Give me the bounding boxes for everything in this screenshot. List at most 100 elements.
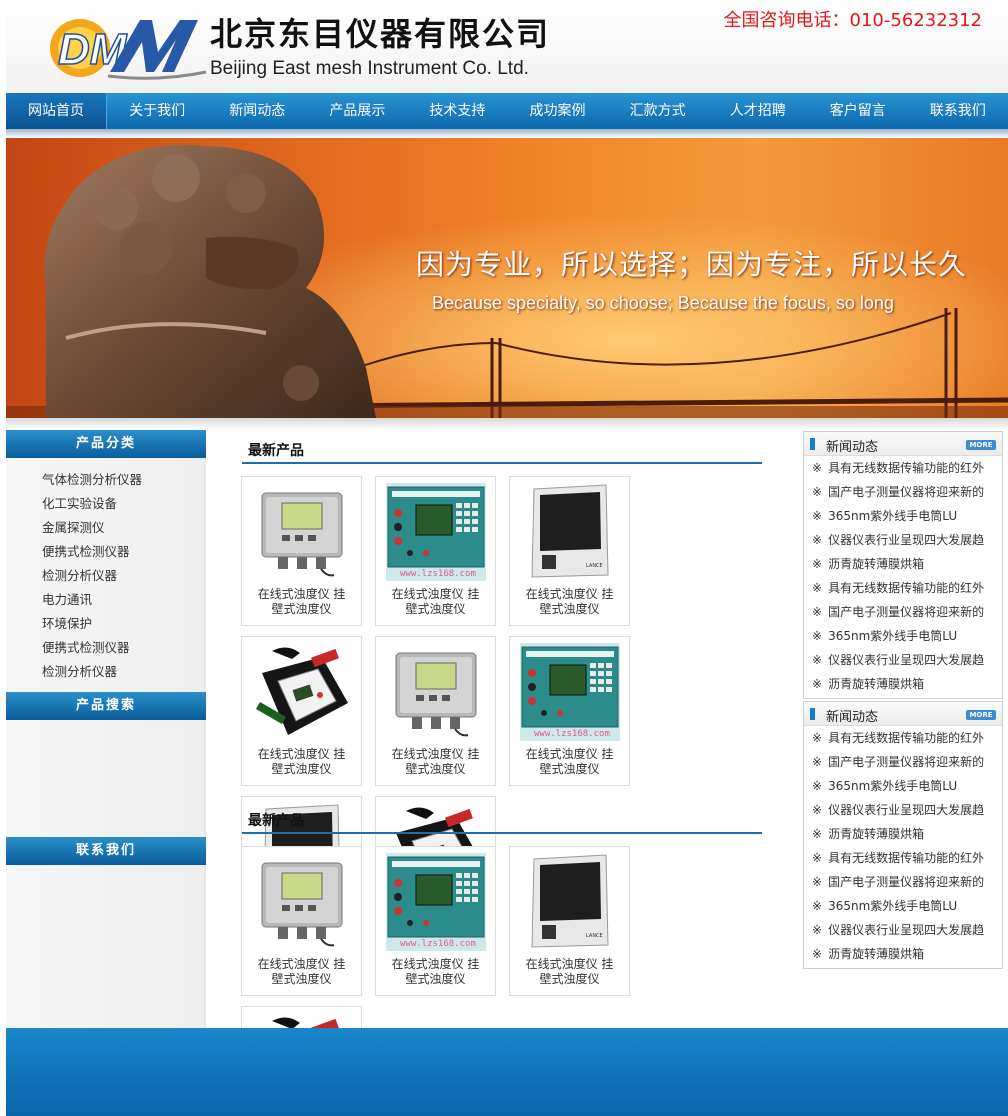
banner-slogan-en: Because specialty, so choose; Because th…: [432, 293, 894, 313]
news-item-title: 国产电子测量仪器将迎来新的: [828, 605, 985, 619]
product-caption-line-1: 在线式浊度仪 挂: [391, 587, 480, 601]
more-button[interactable]: MORE: [966, 440, 996, 450]
news-item[interactable]: ※ 沥青旋转薄膜烘箱: [804, 942, 1002, 966]
category-item[interactable]: 检测分析仪器: [42, 660, 204, 684]
more-button[interactable]: MORE: [966, 710, 996, 720]
news-item-title: 国产电子测量仪器将迎来新的: [828, 485, 985, 499]
product-caption-line-2: 壁式浊度仪: [271, 972, 332, 986]
news-item-title: 仪器仪表行业呈现四大发展趋: [828, 923, 985, 937]
product-card[interactable]: 在线式浊度仪 挂 壁式浊度仪: [241, 636, 362, 786]
bullet-mark-icon: ※: [812, 461, 823, 475]
product-card[interactable]: www.lzs168.com 在线式浊度仪 挂 壁式浊度仪: [375, 846, 496, 996]
product-card[interactable]: 在线式浊度仪 挂 壁式浊度仪: [241, 476, 362, 626]
category-item[interactable]: 便携式检测仪器: [42, 540, 204, 564]
news-item-title: 沥青旋转薄膜烘箱: [828, 947, 925, 961]
news-item[interactable]: ※ 仪器仪表行业呈现四大发展趋: [804, 528, 1002, 552]
product-caption: 在线式浊度仪 挂 壁式浊度仪: [380, 587, 491, 617]
news-item[interactable]: ※ 国产电子测量仪器将迎来新的: [804, 750, 1002, 774]
news-item[interactable]: ※ 具有无线数据传输功能的红外: [804, 846, 1002, 870]
bullet-mark-icon: ※: [812, 605, 823, 619]
product-caption: 在线式浊度仪 挂 壁式浊度仪: [246, 747, 357, 777]
news-item[interactable]: ※ 沥青旋转薄膜烘箱: [804, 822, 1002, 846]
category-item[interactable]: 金属探测仪: [42, 516, 204, 540]
news-item-title: 沥青旋转薄膜烘箱: [828, 827, 925, 841]
product-caption-line-2: 壁式浊度仪: [539, 602, 600, 616]
news-box-title: 新闻动态: [826, 440, 879, 455]
news-item-title: 具有无线数据传输功能的红外: [828, 581, 985, 595]
nav-payment[interactable]: 汇款方式: [608, 93, 708, 129]
news-item-title: 具有无线数据传输功能的红外: [828, 731, 985, 745]
company-logo[interactable]: DM: [48, 12, 208, 84]
watermark-text: www.lzs168.com: [400, 569, 476, 579]
product-caption: 在线式浊度仪 挂 壁式浊度仪: [246, 587, 357, 617]
nav-home[interactable]: 网站首页: [6, 93, 108, 129]
news-item[interactable]: ※ 具有无线数据传输功能的红外: [804, 456, 1002, 480]
product-caption: 在线式浊度仪 挂 壁式浊度仪: [514, 587, 625, 617]
watermark-text: www.lzs168.com: [534, 729, 610, 739]
product-card[interactable]: LANCE 在线式浊度仪 挂 壁式浊度仪: [509, 846, 630, 996]
news-item-title: 沥青旋转薄膜烘箱: [828, 557, 925, 571]
bullet-mark-icon: ※: [812, 755, 823, 769]
nav-products[interactable]: 产品展示: [307, 93, 407, 129]
category-item[interactable]: 气体检测分析仪器: [42, 468, 204, 492]
site-header: DM 北京东目仪器有限公司 Beijing East mesh Instrume…: [6, 0, 1008, 93]
nav-messages[interactable]: 客户留言: [808, 93, 908, 129]
news-item[interactable]: ※ 国产电子测量仪器将迎来新的: [804, 600, 1002, 624]
bullet-mark-icon: ※: [812, 509, 823, 523]
product-card[interactable]: 在线式浊度仪 挂 壁式浊度仪: [241, 846, 362, 996]
product-caption-line-1: 在线式浊度仪 挂: [257, 957, 346, 971]
bullet-mark-icon: ※: [812, 875, 823, 889]
bullet-mark-icon: ※: [812, 899, 823, 913]
news-list: ※ 具有无线数据传输功能的红外 ※ 国产电子测量仪器将迎来新的 ※ 365nm紫外线手…: [804, 456, 1002, 698]
news-item[interactable]: ※ 具有无线数据传输功能的红外: [804, 726, 1002, 750]
bullet-mark-icon: ※: [812, 581, 823, 595]
product-caption-line-2: 壁式浊度仪: [405, 602, 466, 616]
news-item[interactable]: ※ 仪器仪表行业呈现四大发展趋: [804, 798, 1002, 822]
product-search-header: 产品搜索: [6, 692, 206, 720]
category-item[interactable]: 检测分析仪器: [42, 564, 204, 588]
category-list: 气体检测分析仪器 化工实验设备 金属探测仪 便携式检测仪器 检测分析仪器 电力通…: [6, 458, 204, 692]
nav-about[interactable]: 关于我们: [107, 93, 207, 129]
product-card[interactable]: LANCE 在线式浊度仪 挂 壁式浊度仪: [509, 476, 630, 626]
news-bar-marker: [810, 708, 815, 720]
nav-careers[interactable]: 人才招聘: [708, 93, 808, 129]
news-item[interactable]: ※ 具有无线数据传输功能的红外: [804, 576, 1002, 600]
category-item[interactable]: 便携式检测仪器: [42, 636, 204, 660]
product-image: www.lzs168.com: [520, 643, 620, 741]
product-caption-line-1: 在线式浊度仪 挂: [525, 747, 614, 761]
product-caption: 在线式浊度仪 挂 壁式浊度仪: [380, 747, 491, 777]
bullet-mark-icon: ※: [812, 629, 823, 643]
product-card[interactable]: www.lzs168.com 在线式浊度仪 挂 壁式浊度仪: [509, 636, 630, 786]
news-item[interactable]: ※ 365nm紫外线手电筒LU: [804, 504, 1002, 528]
bullet-mark-icon: ※: [812, 677, 823, 691]
news-item[interactable]: ※ 国产电子测量仪器将迎来新的: [804, 480, 1002, 504]
news-item[interactable]: ※ 365nm紫外线手电筒LU: [804, 624, 1002, 648]
product-card[interactable]: 在线式浊度仪 挂 壁式浊度仪: [375, 636, 496, 786]
bullet-mark-icon: ※: [812, 779, 823, 793]
news-item[interactable]: ※ 365nm紫外线手电筒LU: [804, 894, 1002, 918]
news-item[interactable]: ※ 国产电子测量仪器将迎来新的: [804, 870, 1002, 894]
news-item[interactable]: ※ 仪器仪表行业呈现四大发展趋: [804, 918, 1002, 942]
product-image: www.lzs168.com: [386, 483, 486, 581]
product-card[interactable]: www.lzs168.com 在线式浊度仪 挂 壁式浊度仪: [375, 476, 496, 626]
news-box-header: 新闻动态 MORE: [804, 432, 1002, 456]
category-item[interactable]: 电力通讯: [42, 588, 204, 612]
news-item[interactable]: ※ 沥青旋转薄膜烘箱: [804, 672, 1002, 696]
news-item[interactable]: ※ 仪器仪表行业呈现四大发展趋: [804, 648, 1002, 672]
product-caption-line-2: 壁式浊度仪: [405, 972, 466, 986]
news-item-title: 仪器仪表行业呈现四大发展趋: [828, 653, 985, 667]
nav-contact[interactable]: 联系我们: [908, 93, 1008, 129]
news-item[interactable]: ※ 沥青旋转薄膜烘箱: [804, 552, 1002, 576]
nav-news[interactable]: 新闻动态: [207, 93, 307, 129]
product-caption: 在线式浊度仪 挂 壁式浊度仪: [246, 957, 357, 987]
category-item[interactable]: 环境保护: [42, 612, 204, 636]
company-name-cn: 北京东目仪器有限公司: [210, 15, 551, 53]
product-image: www.lzs168.com: [386, 853, 486, 951]
news-item-title: 具有无线数据传输功能的红外: [828, 461, 985, 475]
news-item[interactable]: ※ 365nm紫外线手电筒LU: [804, 774, 1002, 798]
product-caption-line-1: 在线式浊度仪 挂: [391, 747, 480, 761]
bullet-mark-icon: ※: [812, 731, 823, 745]
nav-cases[interactable]: 成功案例: [507, 93, 607, 129]
nav-tech-support[interactable]: 技术支持: [407, 93, 507, 129]
category-item[interactable]: 化工实验设备: [42, 492, 204, 516]
